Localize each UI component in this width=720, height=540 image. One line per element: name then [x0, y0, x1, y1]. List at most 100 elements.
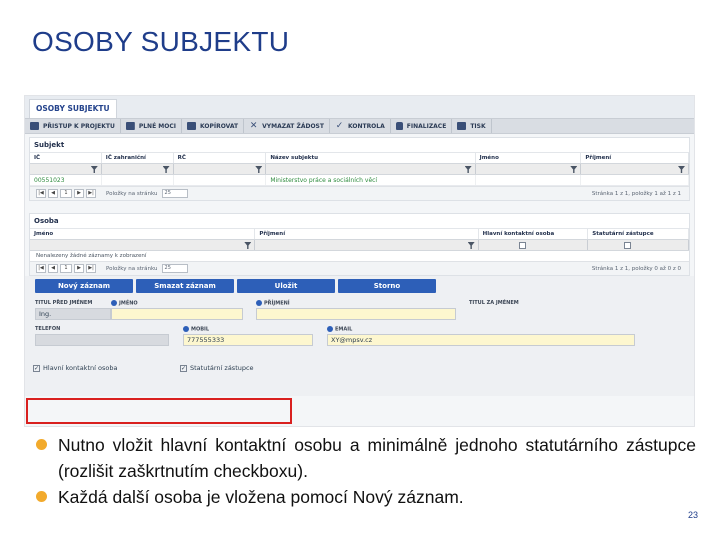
column-header[interactable]: Jméno	[476, 153, 582, 163]
tab-osoby-subjektu[interactable]: OSOBY SUBJEKTU	[29, 99, 117, 118]
check-icon: ✓	[335, 121, 344, 131]
column-header[interactable]: Jméno	[30, 229, 256, 239]
filter-cell[interactable]	[255, 240, 479, 250]
per-page-select[interactable]: 25	[161, 264, 188, 273]
statutory-checkbox[interactable]: ✓	[180, 364, 187, 372]
filter-checkbox[interactable]	[624, 242, 632, 249]
toolbar-label: VYMAZAT ŽÁDOST	[262, 122, 324, 130]
mobile-label: MOBIL	[183, 326, 209, 333]
filter-cell[interactable]	[101, 164, 174, 174]
delete-record-button[interactable]: Smazat záznam	[136, 279, 234, 293]
toolbar-button-powers[interactable]: PLNÉ MOCI	[121, 119, 182, 133]
first-page-button[interactable]: |◀	[36, 264, 46, 273]
column-header[interactable]: Název subjektu	[266, 153, 476, 163]
first-name-label-text: JMÉNO	[119, 300, 138, 307]
page-number-input[interactable]: 1	[60, 189, 72, 198]
filter-icon[interactable]	[677, 166, 685, 173]
last-name-field[interactable]	[256, 308, 456, 320]
cancel-button[interactable]: Storno	[338, 279, 436, 293]
bullet-text: Nutno vložit hlavní kontaktní osobu a mi…	[58, 435, 696, 481]
lock-icon	[395, 122, 403, 130]
per-page-label: Položky na stránku	[106, 265, 158, 272]
column-header[interactable]: Statutární zástupce	[588, 229, 689, 239]
column-header[interactable]: IČ	[30, 153, 102, 163]
column-header[interactable]: Příjmení	[581, 153, 690, 163]
toolbar-button-access[interactable]: PŘISTUP K PROJEKTU	[25, 119, 121, 133]
toolbar-label: KOPÍROVAT	[199, 122, 239, 130]
toolbar-button-check[interactable]: ✓ KONTROLA	[330, 119, 391, 133]
slide-title: OSOBY SUBJEKTU	[32, 26, 290, 57]
phone-label: TELEFON	[35, 326, 61, 332]
main-contact-checkbox[interactable]: ✓	[33, 364, 40, 372]
person-form: TITUL PŘED JMÉNEM Ing. JMÉNO PŘÍJMENÍ TI…	[25, 296, 694, 396]
filter-cell[interactable]	[478, 240, 589, 250]
copy-icon	[186, 122, 196, 130]
filter-icon[interactable]	[162, 166, 170, 173]
toolbar-button-print[interactable]: TISK	[452, 119, 492, 133]
statutory-label: Statutární zástupce	[190, 364, 254, 372]
phone-field[interactable]	[35, 334, 169, 346]
page-number: 23	[688, 510, 699, 520]
column-header[interactable]: Příjmení	[255, 229, 479, 239]
filter-row	[30, 239, 690, 251]
title-before-field[interactable]: Ing.	[35, 308, 111, 320]
statutory-option[interactable]: ✓ Statutární zástupce	[180, 364, 254, 372]
title-after-field[interactable]	[469, 308, 629, 320]
title-before-label: TITUL PŘED JMÉNEM	[35, 300, 93, 306]
filter-icon[interactable]	[570, 166, 578, 173]
prev-page-button[interactable]: ◀	[48, 264, 58, 273]
next-page-button[interactable]: ▶	[74, 264, 84, 273]
first-page-button[interactable]: |◀	[36, 189, 46, 198]
mail-icon	[125, 122, 135, 130]
last-page-button[interactable]: ▶|	[86, 264, 96, 273]
filter-cell[interactable]	[266, 164, 476, 174]
first-name-field[interactable]	[111, 308, 243, 320]
filter-checkbox[interactable]	[518, 242, 526, 249]
toolbar-label: PLNÉ MOCI	[138, 122, 176, 130]
filter-icon[interactable]	[90, 166, 98, 173]
grid-header: IČ IČ zahraniční RČ Název subjektu Jméno…	[30, 152, 690, 163]
app-screenshot: OSOBY SUBJEKTU PŘISTUP K PROJEKTU PLNÉ M…	[24, 95, 695, 427]
toolbar-button-finalize[interactable]: FINALIZACE	[391, 119, 453, 133]
column-header[interactable]: RČ	[174, 153, 267, 163]
column-header[interactable]: Hlavní kontaktní osoba	[479, 229, 589, 239]
toolbar-button-delete[interactable]: ✕ VYMAZAT ŽÁDOST	[244, 119, 330, 133]
toolbar-label: TISK	[470, 122, 486, 130]
main-contact-option[interactable]: ✓ Hlavní kontaktní osoba	[33, 364, 117, 372]
bullet-item: Každá další osoba je vložena pomocí Nový…	[36, 484, 696, 510]
filter-icon[interactable]	[244, 242, 252, 249]
mobile-field[interactable]: 777555333	[183, 334, 313, 346]
email-field[interactable]: XY@mpsv.cz	[327, 334, 635, 346]
pager: |◀ ◀ 1 ▶ ▶| Položky na stránku 25 Stránk…	[30, 186, 689, 200]
filter-cell[interactable]	[475, 164, 582, 174]
toolbar-label: KONTROLA	[347, 122, 385, 130]
prev-page-button[interactable]: ◀	[48, 189, 58, 198]
highlight-box	[26, 398, 292, 424]
last-page-button[interactable]: ▶|	[86, 189, 96, 198]
filter-cell[interactable]	[173, 164, 267, 174]
per-page-select[interactable]: 25	[161, 189, 188, 198]
filter-icon[interactable]	[467, 242, 475, 249]
first-name-label: JMÉNO	[111, 300, 138, 307]
action-bar: Nový záznam Smazat záznam Uložit Storno	[25, 276, 694, 296]
filter-cell[interactable]	[30, 164, 102, 174]
bullet-icon	[36, 491, 47, 502]
filter-cell[interactable]	[30, 240, 256, 250]
bullet-list: Nutno vložit hlavní kontaktní osobu a mi…	[36, 432, 696, 510]
filter-cell[interactable]	[581, 164, 689, 174]
new-record-button[interactable]: Nový záznam	[35, 279, 133, 293]
page-number-input[interactable]: 1	[60, 264, 72, 273]
table-row[interactable]: 00551023 Ministerstvo práce a sociálních…	[30, 175, 690, 186]
grid-header: Jméno Příjmení Hlavní kontaktní osoba St…	[30, 228, 689, 239]
next-page-button[interactable]: ▶	[74, 189, 84, 198]
column-header[interactable]: IČ zahraniční	[102, 153, 174, 163]
filter-cell[interactable]	[588, 240, 690, 250]
filter-icon[interactable]	[255, 166, 263, 173]
save-button[interactable]: Uložit	[237, 279, 335, 293]
osoba-section: Osoba Jméno Příjmení Hlavní kontaktní os…	[29, 213, 690, 276]
toolbar-button-copy[interactable]: KOPÍROVAT	[182, 119, 245, 133]
filter-icon[interactable]	[464, 166, 472, 173]
table-cell	[174, 175, 267, 185]
section-title: Subjekt	[34, 141, 65, 149]
pager-info: Stránka 1 z 1, položky 0 až 0 z 0	[591, 265, 681, 272]
